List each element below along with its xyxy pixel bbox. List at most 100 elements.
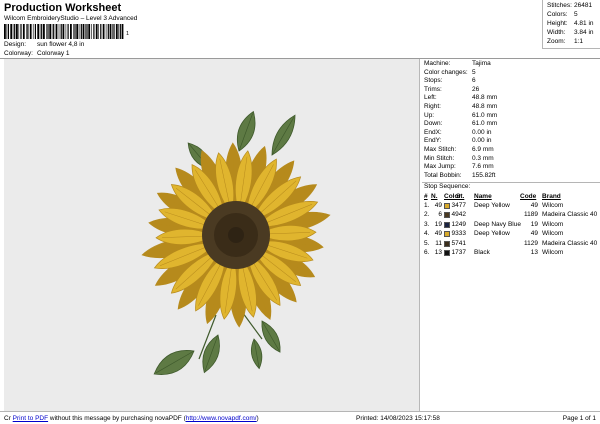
- barcode-bar: [46, 24, 47, 39]
- cell-n: 6: [438, 211, 442, 219]
- print-to-pdf-link[interactable]: Print to PDF: [13, 415, 48, 422]
- cell-code: 19: [530, 220, 538, 228]
- footer-suffix: ): [256, 415, 259, 422]
- barcode-bar: [55, 24, 58, 39]
- stat-width: Width: 3.84 in: [547, 29, 594, 36]
- barcode-bar: [102, 24, 105, 39]
- barcode-bar: [78, 24, 80, 39]
- barcode-bar: [26, 24, 27, 39]
- worksheet-header: Production Worksheet Wilcom EmbroiderySt…: [0, 0, 600, 58]
- barcode-bar: [60, 24, 62, 39]
- stat-value: 1:1: [574, 38, 584, 45]
- color-swatch: [444, 203, 450, 209]
- cell-code: 49: [530, 202, 538, 209]
- cell-name: Deep Yellow: [474, 230, 510, 238]
- cell-st: 4942: [451, 211, 466, 219]
- info-value: 6: [472, 77, 476, 85]
- info-label: Down:: [424, 120, 443, 128]
- footer-prefix: Cr: [4, 415, 11, 422]
- info-label: Total Bobbin:: [424, 171, 462, 179]
- cell-name: Deep Yellow: [474, 202, 510, 209]
- info-label: Up:: [424, 111, 435, 119]
- stat-label: Width:: [547, 29, 566, 36]
- novapdf-link[interactable]: http://www.novapdf.com/: [186, 415, 257, 422]
- barcode-bar: [105, 24, 107, 39]
- info-value: 7.6 mm: [472, 163, 494, 171]
- cell-name: Deep Navy Blue: [474, 220, 521, 228]
- barcode-bar: [51, 24, 53, 39]
- colorway-value: Colorway 1: [37, 50, 70, 57]
- barcode-bar: [112, 24, 113, 39]
- info-label: EndY:: [424, 137, 442, 145]
- barcode-number: 1: [126, 31, 130, 37]
- barcode-bar: [107, 24, 109, 39]
- barcode-bar: [29, 24, 32, 39]
- stat-colors: Colors: 5: [547, 11, 578, 18]
- barcode-bar: [86, 24, 88, 39]
- info-label: Machine:: [424, 60, 451, 67]
- barcode-bar: [41, 24, 43, 39]
- barcode: [4, 24, 124, 39]
- barcode-bar: [121, 24, 124, 39]
- cell-brand: Madeira Classic 40: [542, 239, 598, 247]
- info-label: Color changes:: [424, 68, 468, 76]
- barcode-bar: [115, 24, 118, 39]
- stat-label: Zoom:: [547, 38, 566, 45]
- footer-message: without this message by purchasing novaP…: [48, 415, 186, 422]
- barcode-bar: [37, 24, 40, 39]
- barcode-bar: [80, 24, 82, 39]
- info-label: Max Stitch:: [424, 146, 457, 153]
- software-subtitle: Wilcom EmbroideryStudio – Level 3 Advanc…: [4, 15, 138, 22]
- barcode-bar: [65, 24, 67, 39]
- cell-code: 1189: [524, 211, 538, 219]
- barcode-bar: [95, 24, 98, 39]
- flower-center-core: [228, 227, 244, 243]
- color-swatch: [444, 221, 450, 228]
- cell-n: 49: [434, 230, 442, 238]
- col-name: Name: [474, 193, 492, 200]
- barcode-bar: [109, 24, 112, 39]
- barcode-bar: [16, 24, 18, 39]
- barcode-bar: [49, 24, 52, 39]
- stat-label: Colors:: [547, 11, 568, 18]
- stat-height: Height: 4.81 in: [547, 20, 594, 27]
- barcode-bar: [88, 24, 91, 39]
- cell-code: 49: [530, 230, 538, 238]
- barcode-bar: [47, 24, 49, 39]
- cell-n: 13: [434, 249, 442, 256]
- barcode-bar: [73, 24, 74, 39]
- color-swatch: [444, 250, 450, 256]
- col-code: Code: [520, 193, 537, 200]
- info-label: Left:: [424, 94, 437, 102]
- barcode-bar: [34, 24, 36, 39]
- cell-brand: Madeira Classic 40: [542, 211, 598, 219]
- info-divider: [422, 182, 600, 183]
- design-value: sun flower 4,8 in: [37, 41, 85, 48]
- barcode-bar: [22, 24, 25, 39]
- stat-value: 26481: [574, 2, 593, 9]
- barcode-bar: [93, 24, 95, 39]
- col-st: St.: [456, 193, 465, 200]
- printed-timestamp: Printed: 14/08/2023 15:17:58: [356, 415, 440, 422]
- info-value: 5: [472, 68, 476, 76]
- stat-value: 4.81 in: [574, 20, 594, 27]
- stat-value: 5: [574, 11, 578, 18]
- col-num: #: [424, 193, 428, 200]
- color-swatch: [444, 231, 450, 238]
- barcode-bar: [43, 24, 45, 39]
- barcode-bar: [119, 24, 121, 39]
- cell-brand: Wilcom: [542, 230, 564, 238]
- info-value: 0.3 mm: [472, 154, 494, 162]
- barcode-bar: [4, 24, 6, 39]
- info-value: 48.8 mm: [472, 103, 498, 110]
- barcode-bar: [70, 24, 72, 39]
- info-label: EndX:: [424, 128, 442, 136]
- cell-code: 13: [530, 249, 538, 256]
- cell-st: 1737: [451, 249, 466, 256]
- colorway-label: Colorway:: [4, 50, 33, 57]
- barcode-bar: [39, 24, 41, 39]
- stats-box: Stitches: 26481 Colors: 5 Height: 4.81 in W…: [542, 0, 600, 49]
- stat-label: Stitches:: [547, 2, 572, 9]
- barcode-bar: [53, 24, 55, 39]
- barcode-bar: [7, 24, 9, 39]
